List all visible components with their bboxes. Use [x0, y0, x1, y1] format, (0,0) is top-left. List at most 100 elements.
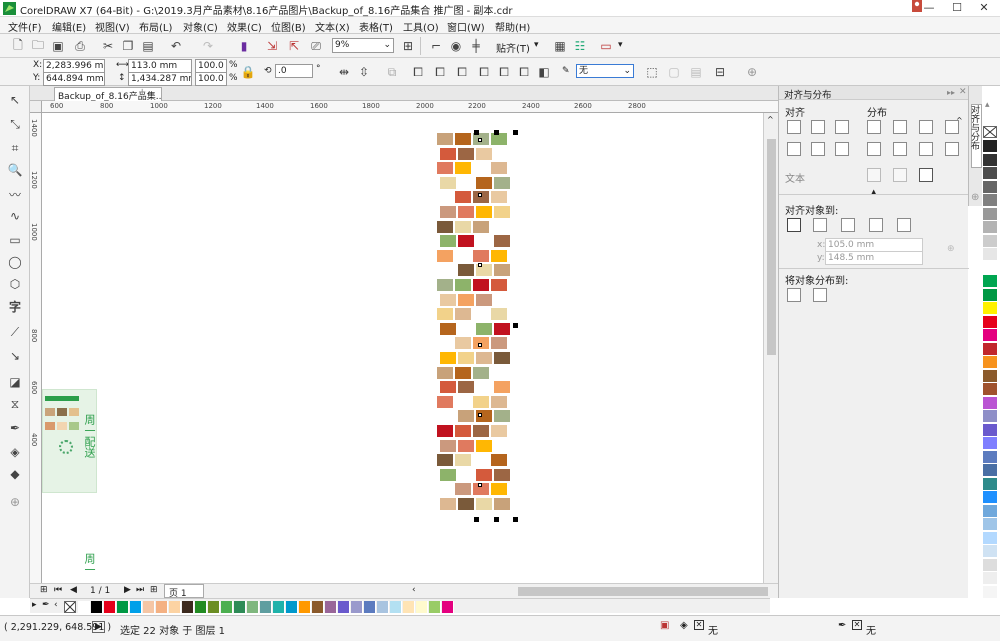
undo-icon[interactable]: ↶ [168, 38, 184, 54]
color-swatch[interactable] [983, 207, 997, 221]
freehand-tool-icon[interactable]: 〰 [7, 186, 23, 202]
palette-scroll-icon[interactable]: ▸ [32, 600, 37, 610]
back-minus-front-icon[interactable]: ◧ [536, 64, 552, 80]
menu-help[interactable]: 帮助(H) [495, 19, 530, 34]
color-swatch[interactable] [156, 601, 168, 613]
menu-table[interactable]: 表格(T) [359, 19, 393, 34]
rectangle-tool-icon[interactable]: ▭ [7, 232, 23, 248]
distribute-center-icon[interactable] [893, 120, 907, 134]
import-icon[interactable]: ⇲ [264, 38, 280, 54]
color-swatch[interactable] [983, 261, 997, 275]
transparency-tool-icon[interactable]: ⧖ [7, 396, 23, 412]
next-page-icon[interactable]: ▶ [124, 585, 131, 595]
color-proof-icon[interactable]: ▣ [660, 620, 669, 631]
color-swatch[interactable] [983, 356, 997, 369]
color-swatch[interactable] [983, 504, 997, 518]
align-center-vertical-icon[interactable] [811, 142, 825, 156]
page-tab[interactable]: 页 1 [164, 584, 204, 599]
pick-tool-icon[interactable]: ↖ [7, 92, 23, 108]
text-tool-icon[interactable]: 字 [7, 298, 23, 314]
color-swatch[interactable] [195, 601, 207, 613]
align-bottom-icon[interactable] [835, 142, 849, 156]
align-to-page-center-icon[interactable] [841, 218, 855, 232]
selection-handle[interactable] [513, 517, 518, 522]
color-swatch[interactable] [983, 248, 997, 261]
maximize-button[interactable]: ☐ [943, 0, 971, 17]
create-boundary-icon[interactable]: ⬚ [644, 64, 660, 80]
zoom-level-select[interactable]: 9% ⌄ [332, 38, 394, 53]
color-swatch[interactable] [182, 601, 194, 613]
no-color-swatch[interactable] [983, 126, 997, 138]
color-swatch[interactable] [429, 601, 441, 613]
align-left-icon[interactable] [787, 120, 801, 134]
artistic-media-icon[interactable]: ∿ [7, 208, 23, 224]
color-swatch[interactable] [403, 601, 415, 613]
selection-handle[interactable] [478, 343, 482, 347]
distribute-left-icon[interactable] [867, 120, 881, 134]
distribute-to-selection-icon[interactable] [787, 288, 801, 302]
horizontal-scroll-thumb[interactable] [518, 587, 768, 596]
menu-edit[interactable]: 编辑(E) [52, 19, 86, 34]
color-swatch[interactable] [416, 601, 428, 613]
color-swatch[interactable] [983, 234, 997, 248]
menu-object[interactable]: 对象(C) [183, 19, 218, 34]
color-swatch[interactable] [983, 410, 997, 423]
distribute-to-page-icon[interactable] [813, 288, 827, 302]
color-swatch[interactable] [78, 601, 90, 613]
welcome-screen-icon[interactable]: ▦ [552, 38, 568, 54]
convert-to-curves-icon[interactable]: ▢ [666, 64, 682, 80]
show-rulers-icon[interactable]: ⌐ [428, 38, 444, 54]
color-swatch[interactable] [983, 167, 997, 180]
menu-bitmap[interactable]: 位图(B) [271, 19, 306, 34]
intersect-icon[interactable]: ⧠ [476, 64, 492, 80]
ellipse-tool-icon[interactable]: ◯ [7, 254, 23, 270]
zoom-tool-icon[interactable]: 🔍 [7, 162, 23, 178]
color-swatch[interactable] [983, 140, 997, 153]
y-position-input[interactable]: 644.894 mm [43, 72, 105, 86]
align-top-icon[interactable] [787, 142, 801, 156]
cut-icon[interactable]: ✂ [100, 38, 116, 54]
weld-icon[interactable]: ⧠ [432, 64, 448, 80]
distribute-bottom-icon[interactable] [945, 142, 959, 156]
text-pin-icon[interactable] [947, 168, 961, 182]
application-launcher-icon[interactable]: ▭ [598, 38, 614, 54]
color-swatch[interactable] [299, 601, 311, 613]
polygon-tool-icon[interactable]: ⬡ [7, 276, 23, 292]
color-swatch[interactable] [983, 437, 997, 450]
product-image-strip[interactable] [437, 133, 513, 517]
distribute-spacing-icon[interactable] [919, 120, 933, 134]
color-swatch[interactable] [983, 531, 997, 545]
outline-pen-status-icon[interactable]: ✒ [838, 620, 846, 631]
color-swatch[interactable] [390, 601, 402, 613]
color-swatch[interactable] [325, 601, 337, 613]
menu-effects[interactable]: 效果(C) [227, 19, 262, 34]
color-swatch[interactable] [221, 601, 233, 613]
open-icon[interactable]: 🗀 [30, 38, 46, 54]
publish-pdf-icon[interactable]: ⎚ [308, 38, 324, 54]
color-swatch[interactable] [983, 275, 997, 288]
menu-window[interactable]: 窗口(W) [447, 19, 485, 34]
docker-close-icon[interactable]: ✕ [959, 87, 967, 97]
menu-text[interactable]: 文本(X) [315, 19, 350, 34]
selection-handle[interactable] [478, 413, 482, 417]
color-swatch[interactable] [351, 601, 363, 613]
color-swatch[interactable] [286, 601, 298, 613]
distribute-top-icon[interactable] [867, 142, 881, 156]
previous-page-icon[interactable]: ◀ [70, 585, 77, 595]
color-swatch[interactable] [983, 396, 997, 410]
palette-left-icon[interactable]: ‹ [54, 600, 58, 610]
color-swatch[interactable] [983, 315, 997, 329]
new-tab-icon[interactable]: + [138, 87, 146, 98]
align-right-icon[interactable] [835, 120, 849, 134]
text-first-baseline-icon[interactable] [867, 168, 881, 182]
color-swatch[interactable] [983, 518, 997, 531]
color-swatch[interactable] [983, 545, 997, 558]
menu-tools[interactable]: 工具(O) [403, 19, 439, 34]
smart-fill-icon[interactable]: ◆ [7, 466, 23, 482]
color-swatch[interactable] [247, 601, 259, 613]
color-swatch[interactable] [983, 383, 997, 396]
text-last-baseline-icon[interactable] [893, 168, 907, 182]
align-to-grid-icon[interactable] [869, 218, 883, 232]
trim-icon[interactable]: ⧠ [454, 64, 470, 80]
ruler-origin[interactable] [30, 101, 42, 113]
